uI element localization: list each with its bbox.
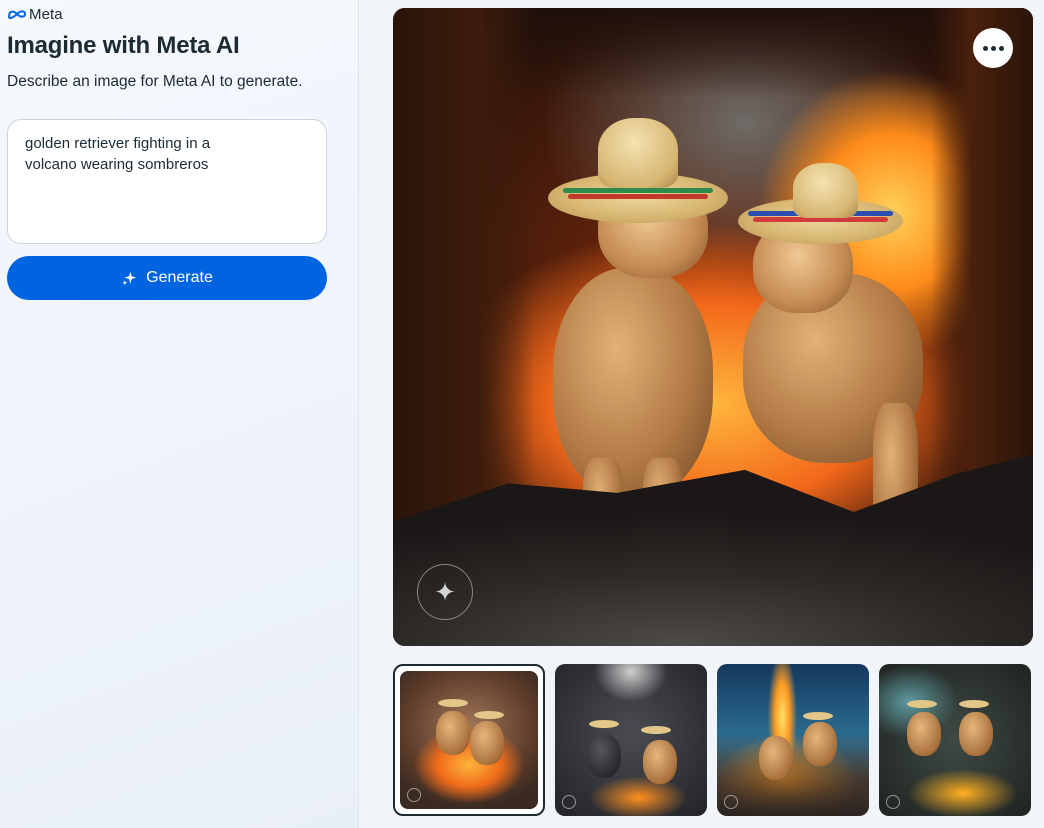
image-cave-left-wall [393, 8, 534, 519]
results-area: ✦ [360, 0, 1044, 828]
thumbnail-4[interactable] [879, 664, 1031, 816]
imagined-with-ai-watermark: ✦ [417, 564, 473, 620]
more-options-button[interactable] [973, 28, 1013, 68]
thumbnail-2[interactable] [555, 664, 707, 816]
thumbnail-image [555, 664, 707, 816]
page-title: Imagine with Meta AI [7, 32, 240, 59]
more-horizontal-icon-dot [990, 45, 996, 51]
thumbnail-watermark [724, 795, 738, 809]
thumbnail-strip [393, 664, 1033, 816]
thumbnail-watermark [886, 795, 900, 809]
thumbnail-watermark [407, 788, 421, 802]
thumbnail-3[interactable] [717, 664, 869, 816]
meta-logo[interactable]: Meta [7, 5, 63, 23]
sparkle-icon [122, 271, 137, 285]
page-subtitle: Describe an image for Meta AI to generat… [7, 73, 303, 90]
prompt-panel: Meta Imagine with Meta AI Describe an im… [0, 0, 359, 828]
thumbnail-1[interactable] [393, 664, 545, 816]
prompt-textarea[interactable]: golden retriever fighting in a volcano w… [7, 119, 327, 244]
thumbnail-watermark [562, 795, 576, 809]
more-horizontal-icon [982, 45, 988, 51]
more-horizontal-icon-dot [998, 45, 1004, 51]
meta-infinity-icon [7, 10, 27, 19]
generated-image[interactable]: ✦ [393, 8, 1033, 646]
thumbnail-image [400, 671, 538, 809]
thumbnail-image [717, 664, 869, 816]
thumbnail-image [879, 664, 1031, 816]
generate-button[interactable]: Generate [7, 256, 327, 300]
generate-button-label: Generate [146, 269, 213, 286]
brand-name: Meta [29, 5, 63, 23]
